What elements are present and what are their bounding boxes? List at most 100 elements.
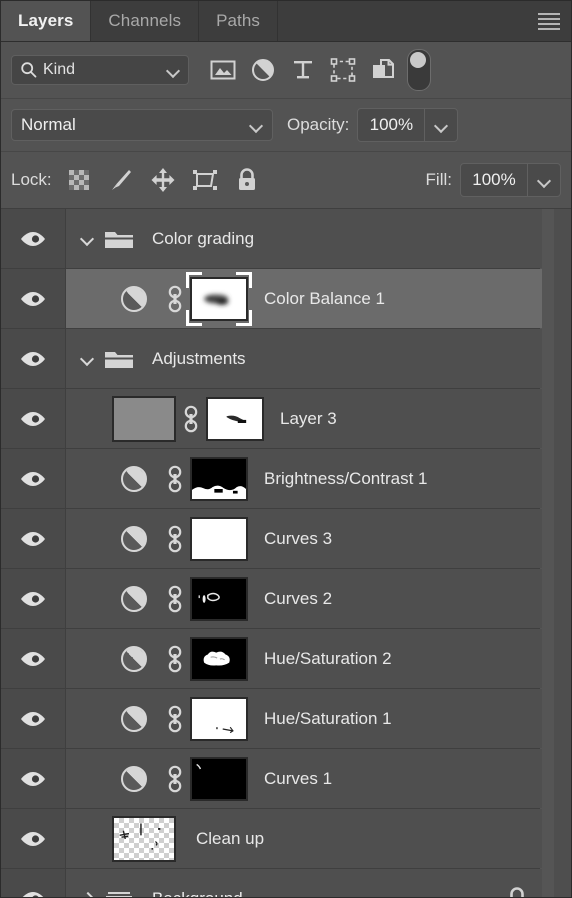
table-row[interactable]: Curves 2 (1, 569, 542, 629)
layer-mask-thumbnail[interactable] (190, 576, 248, 621)
fill-label: Fill: (425, 170, 452, 189)
layer-list-scrollbar[interactable] (540, 209, 571, 897)
layer-visibility-toggle[interactable] (1, 329, 66, 388)
layer-name[interactable]: Clean up (196, 829, 264, 849)
layer-mask-thumbnail[interactable] (190, 276, 248, 321)
group-expand-toggle[interactable] (74, 893, 100, 898)
filter-shape-layers-icon[interactable] (323, 53, 363, 87)
layer-visibility-toggle[interactable] (1, 629, 66, 688)
opacity-stepper-icon[interactable] (424, 109, 457, 141)
layer-row-body[interactable]: Clean up (66, 809, 542, 868)
table-row[interactable]: Curves 3 (1, 509, 542, 569)
layer-mask-thumbnail[interactable] (190, 696, 248, 741)
group-expand-toggle[interactable] (74, 233, 100, 245)
layer-mask-link-icon[interactable] (162, 764, 188, 794)
table-row[interactable]: Brightness/Contrast 1 (1, 449, 542, 509)
layer-name[interactable]: Layer 3 (280, 409, 337, 429)
table-row[interactable]: Hue/Saturation 1 (1, 689, 542, 749)
layer-name[interactable]: Hue/Saturation 2 (264, 649, 392, 669)
lock-position-icon[interactable] (142, 163, 184, 197)
fill-stepper-icon[interactable] (527, 164, 560, 196)
opacity-field[interactable]: 100% (357, 108, 459, 142)
table-row[interactable]: Color grading (1, 209, 542, 269)
layer-visibility-toggle[interactable] (1, 269, 66, 328)
layer-visibility-toggle[interactable] (1, 509, 66, 568)
table-row[interactable]: Layer 3 (1, 389, 542, 449)
layer-name[interactable]: Adjustments (152, 349, 246, 369)
layer-mask-link-icon[interactable] (162, 704, 188, 734)
panel-tab-bar: Layers Channels Paths (1, 1, 571, 42)
table-row[interactable]: Clean up (1, 809, 542, 869)
panel-menu-icon[interactable] (527, 1, 571, 41)
lock-all-icon[interactable] (226, 163, 268, 197)
tab-channels[interactable]: Channels (91, 1, 200, 41)
layer-visibility-toggle[interactable] (1, 449, 66, 508)
layer-name[interactable]: Curves 3 (264, 529, 332, 549)
lock-image-pixels-icon[interactable] (100, 163, 142, 197)
layer-mask-link-icon[interactable] (162, 584, 188, 614)
filter-enable-toggle[interactable] (407, 49, 431, 91)
lock-transparent-pixels-icon[interactable] (58, 163, 100, 197)
layer-thumbnail[interactable] (112, 395, 176, 442)
layer-name[interactable]: Color grading (152, 229, 254, 249)
table-row[interactable]: Adjustments (1, 329, 542, 389)
layer-mask-thumbnail[interactable] (190, 756, 248, 801)
layer-row-body[interactable]: Curves 2 (66, 569, 542, 628)
layer-row-body[interactable]: Adjustments (66, 329, 542, 388)
table-row[interactable]: Background (1, 869, 542, 897)
folder-closed-icon (102, 888, 136, 897)
chevron-down-icon (250, 121, 263, 129)
layer-mask-link-icon[interactable] (162, 464, 188, 494)
layer-visibility-toggle[interactable] (1, 869, 66, 897)
tab-layers[interactable]: Layers (1, 1, 92, 41)
layer-visibility-toggle[interactable] (1, 389, 66, 448)
table-row[interactable]: Hue/Saturation 2 (1, 629, 542, 689)
layer-row-body[interactable]: Layer 3 (66, 389, 542, 448)
filter-adjustment-layers-icon[interactable] (243, 53, 283, 87)
layer-visibility-toggle[interactable] (1, 569, 66, 628)
layer-visibility-toggle[interactable] (1, 809, 66, 868)
layer-row-body[interactable]: Background (66, 869, 542, 897)
table-row[interactable]: Color Balance 1 (1, 269, 542, 329)
filter-type-layers-icon[interactable] (283, 53, 323, 87)
layer-row-body[interactable]: Curves 1 (66, 749, 542, 808)
opacity-value[interactable]: 100% (358, 109, 424, 141)
layer-visibility-toggle[interactable] (1, 689, 66, 748)
search-icon (20, 61, 38, 79)
layer-row-body[interactable]: Curves 3 (66, 509, 542, 568)
tab-paths[interactable]: Paths (199, 1, 279, 41)
filter-smart-object-icon[interactable] (363, 53, 403, 87)
layer-name[interactable]: Brightness/Contrast 1 (264, 469, 427, 489)
layer-row-body[interactable]: Hue/Saturation 2 (66, 629, 542, 688)
layer-visibility-toggle[interactable] (1, 209, 66, 268)
table-row[interactable]: Curves 1 (1, 749, 542, 809)
layer-row-body[interactable]: Color Balance 1 (66, 269, 542, 328)
layer-row-body[interactable]: Hue/Saturation 1 (66, 689, 542, 748)
layer-row-body[interactable]: Color grading (66, 209, 542, 268)
layer-mask-thumbnail[interactable] (190, 636, 248, 681)
layer-thumbnail[interactable] (112, 815, 176, 862)
layer-name[interactable]: Background (152, 889, 243, 898)
blend-opacity-row: Normal Opacity: 100% (1, 99, 571, 152)
layer-name[interactable]: Curves 1 (264, 769, 332, 789)
fill-value[interactable]: 100% (461, 164, 527, 196)
layer-mask-link-icon[interactable] (162, 524, 188, 554)
fill-field[interactable]: 100% (460, 163, 561, 197)
group-expand-toggle[interactable] (74, 353, 100, 365)
layer-name[interactable]: Curves 2 (264, 589, 332, 609)
layer-mask-thumbnail[interactable] (190, 516, 248, 561)
layer-visibility-toggle[interactable] (1, 749, 66, 808)
layer-mask-link-icon[interactable] (162, 284, 188, 314)
lock-artboard-nesting-icon[interactable] (184, 163, 226, 197)
lock-icons (58, 163, 268, 197)
layer-name[interactable]: Color Balance 1 (264, 289, 385, 309)
layer-row-body[interactable]: Brightness/Contrast 1 (66, 449, 542, 508)
layer-mask-link-icon[interactable] (178, 404, 204, 434)
blend-mode-select[interactable]: Normal (11, 109, 273, 141)
filter-kind-select[interactable]: Kind (11, 55, 189, 85)
filter-pixel-layers-icon[interactable] (203, 53, 243, 87)
layer-mask-thumbnail[interactable] (190, 456, 248, 501)
layer-mask-link-icon[interactable] (162, 644, 188, 674)
layer-mask-thumbnail[interactable] (206, 396, 264, 441)
layer-name[interactable]: Hue/Saturation 1 (264, 709, 392, 729)
